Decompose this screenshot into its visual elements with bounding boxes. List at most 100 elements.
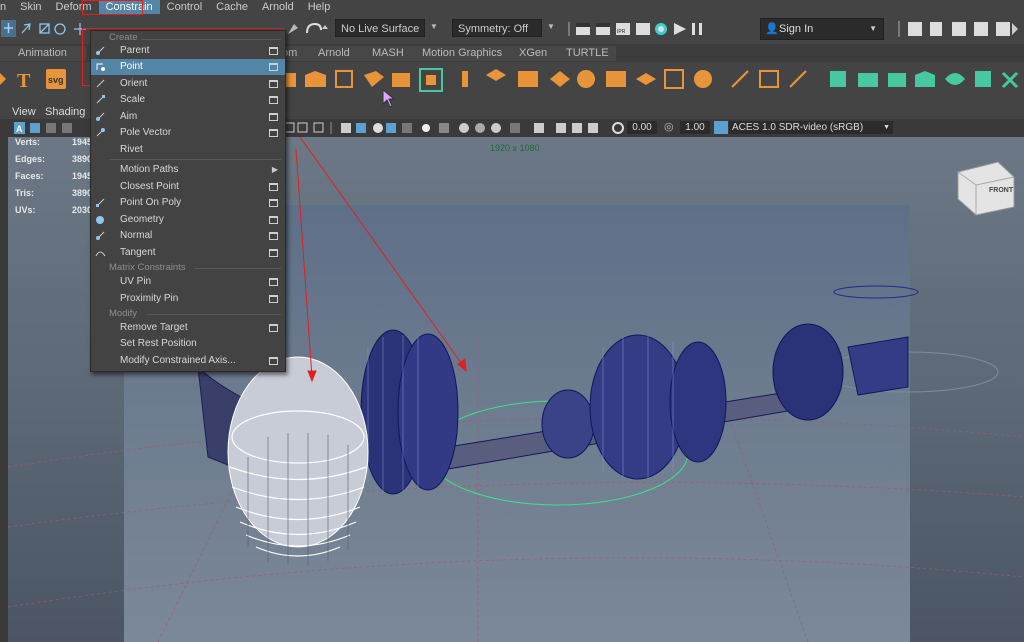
gamma-field[interactable]: 1.00 bbox=[680, 121, 710, 134]
menu-item-orient[interactable]: Orient bbox=[91, 76, 285, 92]
menu-item-label: Geometry bbox=[120, 214, 164, 225]
svg-text:T: T bbox=[17, 70, 31, 92]
menu-item-geometry[interactable]: Geometry bbox=[91, 212, 285, 228]
menubar-item-control[interactable]: Control bbox=[160, 0, 209, 14]
option-box-icon[interactable] bbox=[269, 183, 278, 191]
tab-turtle[interactable]: TURTLE bbox=[558, 46, 616, 61]
menu-item-label: Set Rest Position bbox=[120, 338, 197, 349]
menu-item-label: Parent bbox=[120, 45, 150, 56]
menu-item-motion-paths[interactable]: Motion Paths ▶ bbox=[91, 162, 285, 178]
menu-item-label: Closest Point bbox=[120, 181, 179, 192]
exposure-field[interactable]: 0.00 bbox=[627, 121, 657, 134]
menu-item-label: Modify Constrained Axis... bbox=[120, 355, 236, 366]
menu-item-uv-pin[interactable]: UV Pin bbox=[91, 274, 285, 290]
menu-item-label: Orient bbox=[120, 78, 148, 89]
menu-item-set-rest-position[interactable]: Set Rest Position bbox=[91, 336, 285, 352]
menu-item-parent[interactable]: Parent bbox=[91, 43, 285, 59]
view-transform-toggle[interactable] bbox=[714, 121, 728, 134]
view-cube-label: FRONT bbox=[989, 187, 1014, 194]
submenu-arrow-icon: ▶ bbox=[271, 165, 278, 174]
option-box-icon[interactable] bbox=[269, 80, 278, 88]
pole-vector-icon bbox=[96, 128, 105, 137]
menu-item-modify-constrained-axis[interactable]: Modify Constrained Axis... bbox=[91, 353, 285, 369]
left-edge-strip bbox=[0, 119, 8, 642]
svg-text:svg: svg bbox=[48, 75, 64, 85]
svg-text:A: A bbox=[16, 124, 23, 134]
constrain-menu: Create Parent Point Orient Scale Aim Pol… bbox=[90, 30, 286, 372]
menu-item-label: Normal bbox=[120, 230, 153, 241]
workspace-icons[interactable] bbox=[898, 19, 1022, 39]
svg-text:IPR: IPR bbox=[617, 29, 626, 35]
menu-item-rivet[interactable]: Rivet bbox=[91, 142, 285, 158]
menu-item-label: UV Pin bbox=[120, 276, 152, 287]
scale-constraint-icon bbox=[96, 95, 105, 104]
render-icons[interactable]: IPR bbox=[568, 20, 728, 38]
tab-motion-graphics[interactable]: Motion Graphics bbox=[414, 46, 512, 61]
section-modify: Modify bbox=[109, 308, 137, 319]
option-box-icon[interactable] bbox=[269, 113, 278, 121]
main-menubar: n Skin Deform Constrain Control Cache Arnold He… bbox=[0, 0, 1024, 14]
option-box-icon[interactable] bbox=[269, 63, 278, 71]
menu-item-tangent[interactable]: Tangent bbox=[91, 245, 285, 261]
annotation-box-constrain bbox=[82, 0, 143, 15]
hud-label: Verts: bbox=[15, 137, 41, 147]
parent-constraint-icon bbox=[96, 46, 105, 55]
tab-mash[interactable]: MASH bbox=[364, 46, 414, 61]
menubar-item-arnold[interactable]: Arnold bbox=[255, 0, 301, 14]
panel-display-icons[interactable] bbox=[284, 121, 724, 135]
menubar-item-cache[interactable]: Cache bbox=[209, 0, 255, 14]
menu-item-label: Remove Target bbox=[120, 322, 188, 333]
tab-animation[interactable]: Animation bbox=[0, 46, 86, 61]
menu-item-normal[interactable]: Normal bbox=[91, 228, 285, 244]
menu-item-pole-vector[interactable]: Pole Vector bbox=[91, 125, 285, 141]
user-icon: 👤 bbox=[765, 23, 779, 35]
menu-item-closest-point[interactable]: Closest Point bbox=[91, 179, 285, 195]
panel-menu-view[interactable]: View bbox=[12, 106, 36, 118]
magnet-icons[interactable] bbox=[285, 21, 330, 37]
option-box-icon[interactable] bbox=[269, 96, 278, 104]
menu-item-remove-target[interactable]: Remove Target bbox=[91, 320, 285, 336]
orient-constraint-icon bbox=[96, 79, 105, 88]
option-box-icon[interactable] bbox=[269, 232, 278, 240]
tab-arnold[interactable]: Arnold bbox=[310, 46, 366, 61]
hud-label: Tris: bbox=[15, 188, 35, 198]
option-box-icon[interactable] bbox=[269, 357, 278, 365]
menubar-item-n[interactable]: n bbox=[0, 0, 13, 14]
menubar-item-help[interactable]: Help bbox=[301, 0, 338, 14]
chevron-down-icon: ▼ bbox=[883, 124, 890, 131]
menu-item-point[interactable]: Point bbox=[91, 59, 285, 75]
live-surface-dropdown-icon[interactable]: ▼ bbox=[430, 22, 438, 31]
symmetry-field[interactable]: Symmetry: Off bbox=[452, 19, 542, 37]
option-box-icon[interactable] bbox=[269, 324, 278, 332]
menubar-item-skin[interactable]: Skin bbox=[13, 0, 48, 14]
color-space-dropdown[interactable]: ACES 1.0 SDR-video (sRGB) ▼ bbox=[729, 121, 893, 134]
menu-item-aim[interactable]: Aim bbox=[91, 109, 285, 125]
menu-item-point-on-poly[interactable]: Point On Poly bbox=[91, 195, 285, 211]
tangent-constraint-icon bbox=[95, 251, 106, 257]
menu-item-label: Point On Poly bbox=[120, 197, 182, 208]
symmetry-dropdown-icon[interactable]: ▼ bbox=[547, 22, 555, 31]
option-box-icon[interactable] bbox=[269, 249, 278, 257]
option-box-icon[interactable] bbox=[269, 129, 278, 137]
normal-constraint-icon bbox=[96, 231, 105, 240]
option-box-icon[interactable] bbox=[269, 278, 278, 286]
menu-item-label: Motion Paths bbox=[120, 164, 179, 175]
option-box-icon[interactable] bbox=[269, 47, 278, 55]
panel-menu-shading[interactable]: Shading bbox=[45, 106, 85, 118]
option-box-icon[interactable] bbox=[269, 216, 278, 224]
aim-constraint-icon bbox=[96, 112, 105, 121]
tab-xgen[interactable]: XGen bbox=[511, 46, 559, 61]
live-surface-field[interactable]: No Live Surface bbox=[335, 19, 425, 37]
menu-item-proximity-pin[interactable]: Proximity Pin bbox=[91, 291, 285, 307]
geometry-constraint-icon bbox=[96, 216, 104, 224]
hud-label: Faces: bbox=[15, 171, 44, 181]
mouse-cursor-icon bbox=[382, 89, 396, 108]
option-box-icon[interactable] bbox=[269, 199, 278, 207]
panel-left-icons[interactable]: A bbox=[10, 121, 90, 135]
menu-item-label: Rivet bbox=[120, 144, 143, 155]
menu-item-label: Scale bbox=[120, 94, 146, 105]
option-box-icon[interactable] bbox=[269, 295, 278, 303]
sign-in-dropdown[interactable]: 👤 Sign In ▼ bbox=[760, 18, 884, 40]
menu-item-label: Tangent bbox=[120, 247, 156, 258]
menu-item-scale[interactable]: Scale bbox=[91, 92, 285, 108]
